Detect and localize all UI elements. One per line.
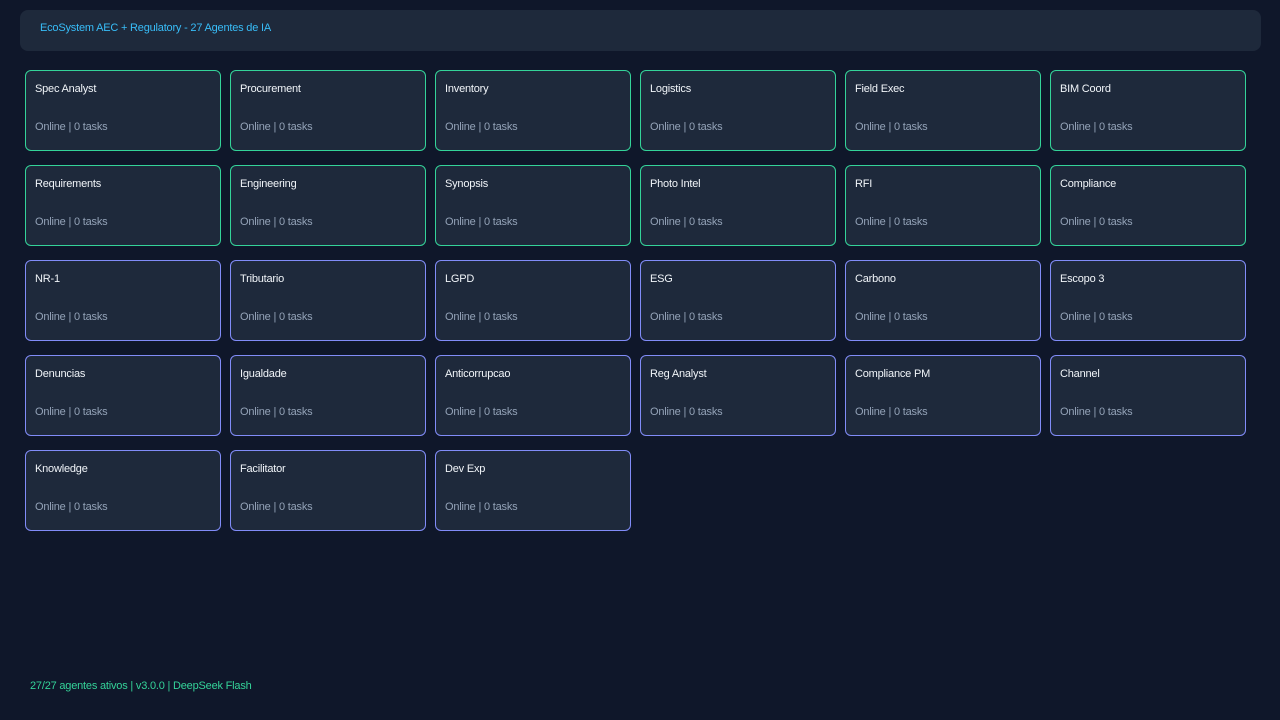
agent-card[interactable]: Compliance PM Online | 0 tasks <box>845 355 1041 436</box>
agent-card[interactable]: Escopo 3 Online | 0 tasks <box>1050 260 1246 341</box>
agent-name: Compliance PM <box>855 368 931 380</box>
agent-card[interactable]: Compliance Online | 0 tasks <box>1050 165 1246 246</box>
agent-card[interactable]: Logistics Online | 0 tasks <box>640 70 836 151</box>
agent-status: Online | 0 tasks <box>445 121 518 133</box>
agent-status: Online | 0 tasks <box>240 216 313 228</box>
agent-status: Online | 0 tasks <box>650 406 723 418</box>
agent-card[interactable]: Engineering Online | 0 tasks <box>230 165 426 246</box>
agent-name: Logistics <box>650 83 691 95</box>
agent-status: Online | 0 tasks <box>1060 311 1133 323</box>
agent-status: Online | 0 tasks <box>1060 216 1133 228</box>
agent-name: Reg Analyst <box>650 368 707 380</box>
agent-status: Online | 0 tasks <box>445 216 518 228</box>
agent-name: LGPD <box>445 273 475 285</box>
agent-card[interactable]: Inventory Online | 0 tasks <box>435 70 631 151</box>
agent-status: Online | 0 tasks <box>240 406 313 418</box>
agent-card[interactable]: ESG Online | 0 tasks <box>640 260 836 341</box>
agent-card[interactable]: BIM Coord Online | 0 tasks <box>1050 70 1246 151</box>
agent-name: Inventory <box>445 83 489 95</box>
agent-name: Spec Analyst <box>35 83 97 95</box>
agent-card[interactable]: Channel Online | 0 tasks <box>1050 355 1246 436</box>
agent-grid: Spec Analyst Online | 0 tasks Procurement O… <box>25 70 1246 531</box>
agent-name: Denuncias <box>35 368 86 380</box>
agent-card[interactable]: Dev Exp Online | 0 tasks <box>435 450 631 531</box>
agent-status: Online | 0 tasks <box>445 501 518 513</box>
agent-card[interactable]: Photo Intel Online | 0 tasks <box>640 165 836 246</box>
agent-card[interactable]: Spec Analyst Online | 0 tasks <box>25 70 221 151</box>
agent-card[interactable]: Field Exec Online | 0 tasks <box>845 70 1041 151</box>
agent-name: Facilitator <box>240 463 286 475</box>
agent-name: NR-1 <box>35 273 60 285</box>
agent-name: Photo Intel <box>650 178 701 190</box>
agent-status: Online | 0 tasks <box>240 121 313 133</box>
agent-card[interactable]: NR-1 Online | 0 tasks <box>25 260 221 341</box>
agent-name: Escopo 3 <box>1060 273 1105 285</box>
agent-status: Online | 0 tasks <box>650 311 723 323</box>
agent-card[interactable]: Requirements Online | 0 tasks <box>25 165 221 246</box>
agent-status: Online | 0 tasks <box>855 216 928 228</box>
agent-name: BIM Coord <box>1060 83 1111 95</box>
agent-card[interactable]: Igualdade Online | 0 tasks <box>230 355 426 436</box>
agent-name: ESG <box>650 273 673 285</box>
agent-name: Compliance <box>1060 178 1117 190</box>
agent-status: Online | 0 tasks <box>445 311 518 323</box>
agent-card[interactable]: RFI Online | 0 tasks <box>845 165 1041 246</box>
agent-card[interactable]: Denuncias Online | 0 tasks <box>25 355 221 436</box>
agent-status: Online | 0 tasks <box>445 406 518 418</box>
status-footer: 27/27 agentes ativos | v3.0.0 | DeepSeek… <box>30 680 252 692</box>
agent-status: Online | 0 tasks <box>35 406 108 418</box>
agent-status: Online | 0 tasks <box>855 406 928 418</box>
agent-status: Online | 0 tasks <box>240 501 313 513</box>
app-header: EcoSystem AEC + Regulatory - 27 Agentes … <box>20 10 1261 51</box>
agent-status: Online | 0 tasks <box>855 121 928 133</box>
agent-name: Channel <box>1060 368 1100 380</box>
agent-card[interactable]: Reg Analyst Online | 0 tasks <box>640 355 836 436</box>
agent-name: Procurement <box>240 83 301 95</box>
agent-card[interactable]: Tributario Online | 0 tasks <box>230 260 426 341</box>
agent-status: Online | 0 tasks <box>240 311 313 323</box>
agent-name: Igualdade <box>240 368 287 380</box>
agent-card[interactable]: Synopsis Online | 0 tasks <box>435 165 631 246</box>
agent-card[interactable]: Facilitator Online | 0 tasks <box>230 450 426 531</box>
agent-card[interactable]: Carbono Online | 0 tasks <box>845 260 1041 341</box>
agent-name: Synopsis <box>445 178 489 190</box>
agent-card[interactable]: Knowledge Online | 0 tasks <box>25 450 221 531</box>
agent-status: Online | 0 tasks <box>35 121 108 133</box>
agent-status: Online | 0 tasks <box>35 216 108 228</box>
agent-name: Carbono <box>855 273 896 285</box>
agent-name: Engineering <box>240 178 297 190</box>
agent-status: Online | 0 tasks <box>650 121 723 133</box>
agent-status: Online | 0 tasks <box>1060 121 1133 133</box>
agent-name: Tributario <box>240 273 285 285</box>
agent-name: Dev Exp <box>445 463 486 475</box>
agent-status: Online | 0 tasks <box>855 311 928 323</box>
agent-card[interactable]: Anticorrupcao Online | 0 tasks <box>435 355 631 436</box>
agent-name: Requirements <box>35 178 102 190</box>
agent-status: Online | 0 tasks <box>1060 406 1133 418</box>
agent-name: RFI <box>855 178 873 190</box>
page-title: EcoSystem AEC + Regulatory - 27 Agentes … <box>40 22 271 34</box>
agent-name: Knowledge <box>35 463 88 475</box>
agent-status: Online | 0 tasks <box>35 311 108 323</box>
agent-status: Online | 0 tasks <box>650 216 723 228</box>
agent-card[interactable]: LGPD Online | 0 tasks <box>435 260 631 341</box>
agent-name: Field Exec <box>855 83 905 95</box>
agent-status: Online | 0 tasks <box>35 501 108 513</box>
agent-card[interactable]: Procurement Online | 0 tasks <box>230 70 426 151</box>
agent-name: Anticorrupcao <box>445 368 511 380</box>
